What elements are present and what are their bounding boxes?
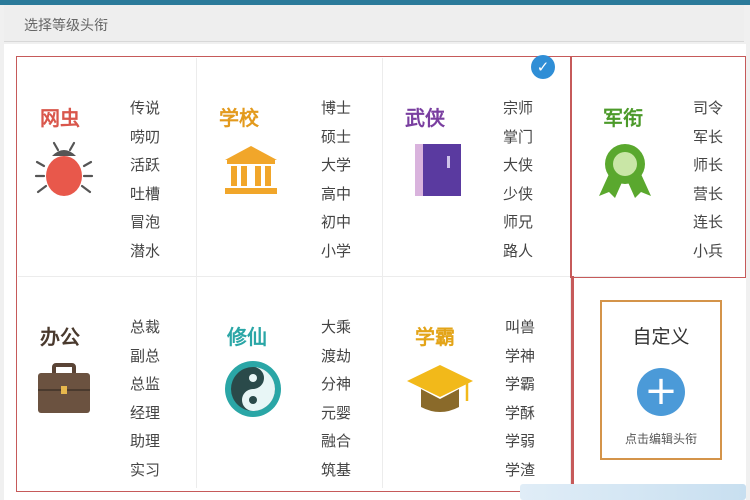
highlight-box-edge (572, 276, 574, 490)
title-options-panel: 网虫 传说 唠叨 活跃 吐槽 冒泡 潜水 学校 博士 硕士 大学 高中 初中 小… (4, 44, 746, 500)
highlight-box-junxian (570, 56, 746, 278)
highlight-box-preset-categories (16, 56, 572, 492)
watermark (520, 484, 746, 500)
plus-icon[interactable]: + (637, 368, 685, 416)
custom-title-hint: 点击编辑头衔 (624, 432, 697, 446)
custom-title-card[interactable]: 自定义 + 点击编辑头衔 (600, 300, 722, 460)
checkmark-icon: ✓ (531, 55, 555, 79)
dialog-header: 选择等级头衔 (4, 5, 744, 42)
custom-title-heading: 自定义 (632, 326, 690, 348)
dialog-title: 选择等级头衔 (24, 18, 108, 34)
